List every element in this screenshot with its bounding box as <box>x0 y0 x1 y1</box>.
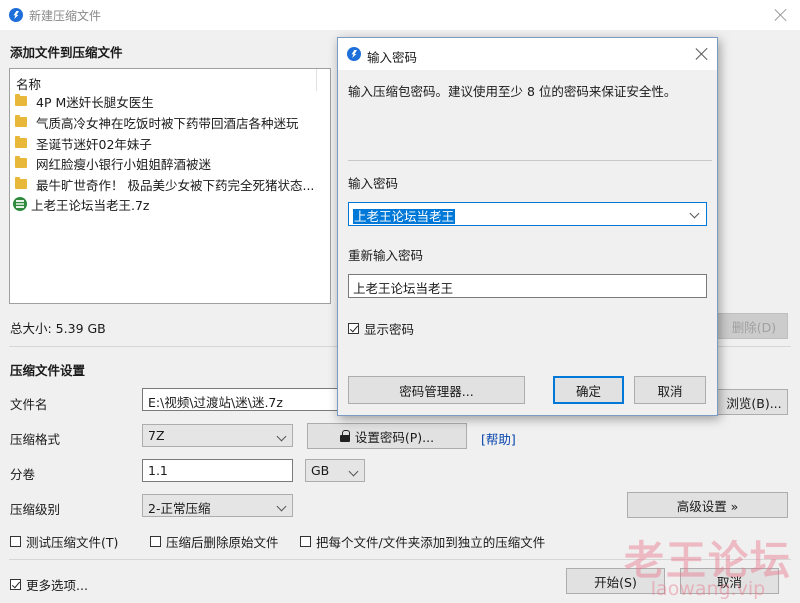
start-button[interactable]: 开始(S) <box>566 568 665 594</box>
level-select[interactable]: 2-正常压缩 <box>142 494 293 517</box>
delete-after-checkbox[interactable]: 压缩后删除原始文件 <box>150 532 279 551</box>
dialog-title-bar: 输入密码 <box>338 38 717 70</box>
chevron-down-icon <box>348 466 359 477</box>
each-separate-checkbox[interactable]: 把每个文件/文件夹添加到独立的压缩文件 <box>300 532 545 551</box>
delete-button-label: 删除(D) <box>731 319 777 335</box>
filename-label: 文件名 <box>10 397 48 412</box>
checkbox-box <box>10 536 21 547</box>
lock-icon <box>339 430 350 442</box>
password-input[interactable]: 上老王论坛当老王 <box>348 202 707 226</box>
add-files-heading: 添加文件到压缩文件 <box>10 45 123 60</box>
set-password-label: 设置密码(P)... <box>354 429 435 445</box>
filename-input[interactable]: E:\视频\过渡站\迷\迷.7z <box>142 388 342 411</box>
volume-input[interactable]: 1.1 <box>142 459 293 482</box>
delete-after-label: 压缩后删除原始文件 <box>166 535 279 550</box>
list-item[interactable]: 气质高冷女神在吃饭时被下药带回酒店各种迷玩 <box>15 112 299 132</box>
settings-heading: 压缩文件设置 <box>10 363 86 378</box>
format-select-value: 7Z <box>148 428 165 443</box>
checkbox-box <box>150 536 161 547</box>
show-password-checkbox[interactable]: 显示密码 <box>348 319 414 338</box>
test-archive-checkbox[interactable]: 测试压缩文件(T) <box>10 532 118 551</box>
password-selected-text: 上老王论坛当老王 <box>353 209 456 224</box>
volume-unit-value: GB <box>311 463 330 478</box>
more-options-label: 更多选项... <box>26 578 88 593</box>
show-password-label: 显示密码 <box>364 322 415 337</box>
list-item[interactable]: 上老王论坛当老王.7z <box>13 194 150 214</box>
file-list[interactable]: 名称 4P M迷奸长腿女医生 气质高冷女神在吃饭时被下药带回酒店各种迷玩 圣诞节… <box>9 68 331 304</box>
app-logo-icon <box>9 8 23 22</box>
chevron-down-icon <box>276 431 287 442</box>
total-size: 总大小: 5.39 GB <box>10 321 106 336</box>
archive-icon <box>13 197 27 211</box>
volume-unit-select[interactable]: GB <box>305 459 365 482</box>
format-select[interactable]: 7Z <box>142 424 293 447</box>
list-item[interactable]: 最牛旷世奇作！ 极品美少女被下药完全死猪状态... <box>15 174 314 194</box>
folder-icon <box>15 115 27 127</box>
password-dialog: 输入密码 输入压缩包密码。建议使用至少 8 位的密码来保证安全性。 输入密码 上… <box>337 37 718 416</box>
divider <box>9 559 791 560</box>
folder-icon <box>15 136 27 148</box>
list-item-label: 上老王论坛当老王.7z <box>31 197 150 213</box>
column-separator <box>316 69 317 91</box>
dialog-cancel-button[interactable]: 取消 <box>634 376 706 404</box>
checkbox-box <box>10 579 21 590</box>
folder-icon <box>15 94 27 106</box>
list-item-label: 气质高冷女神在吃饭时被下药带回酒店各种迷玩 <box>36 115 299 131</box>
close-icon[interactable] <box>774 8 788 22</box>
checkbox-box <box>348 323 359 334</box>
reenter-password-input[interactable]: 上老王论坛当老王 <box>348 274 707 298</box>
more-options-checkbox[interactable]: 更多选项... <box>10 575 88 594</box>
help-link[interactable]: [帮助] <box>481 429 516 448</box>
format-label: 压缩格式 <box>10 432 61 447</box>
dialog-description: 输入压缩包密码。建议使用至少 8 位的密码来保证安全性。 <box>348 84 677 99</box>
folder-icon <box>15 156 27 168</box>
reenter-password-label: 重新输入密码 <box>348 248 424 263</box>
test-archive-label: 测试压缩文件(T) <box>26 535 119 550</box>
list-item[interactable]: 网红脸瘦小银行小姐姐醉酒被迷 <box>15 153 211 173</box>
list-item[interactable]: 圣诞节迷奸02年妹子 <box>15 133 152 153</box>
list-item[interactable]: 4P M迷奸长腿女医生 <box>15 91 154 111</box>
close-icon[interactable] <box>695 47 709 61</box>
divider <box>348 160 712 161</box>
volume-label: 分卷 <box>10 467 36 482</box>
list-item-label: 圣诞节迷奸02年妹子 <box>36 136 152 152</box>
app-logo-icon <box>347 47 361 61</box>
list-item-label: 最牛旷世奇作！ 极品美少女被下药完全死猪状态... <box>36 177 315 193</box>
chevron-down-icon <box>276 501 287 512</box>
password-label: 输入密码 <box>348 176 399 191</box>
window-title: 新建压缩文件 <box>29 9 102 23</box>
each-separate-label: 把每个文件/文件夹添加到独立的压缩文件 <box>316 535 546 550</box>
set-password-button[interactable]: 设置密码(P)... <box>307 423 467 449</box>
folder-icon <box>15 177 27 189</box>
level-select-value: 2-正常压缩 <box>148 501 211 516</box>
dialog-title: 输入密码 <box>367 50 418 65</box>
checkbox-box <box>300 536 311 547</box>
list-item-label: 4P M迷奸长腿女医生 <box>36 94 154 110</box>
password-manager-button[interactable]: 密码管理器... <box>348 376 525 404</box>
cancel-button[interactable]: 取消 <box>680 568 779 594</box>
level-label: 压缩级别 <box>10 502 61 517</box>
chevron-down-icon[interactable] <box>689 208 700 219</box>
title-bar: 新建压缩文件 <box>0 0 800 30</box>
ok-button[interactable]: 确定 <box>553 376 624 404</box>
advanced-settings-button[interactable]: 高级设置 » <box>627 492 788 518</box>
list-item-label: 网红脸瘦小银行小姐姐醉酒被迷 <box>36 156 212 172</box>
